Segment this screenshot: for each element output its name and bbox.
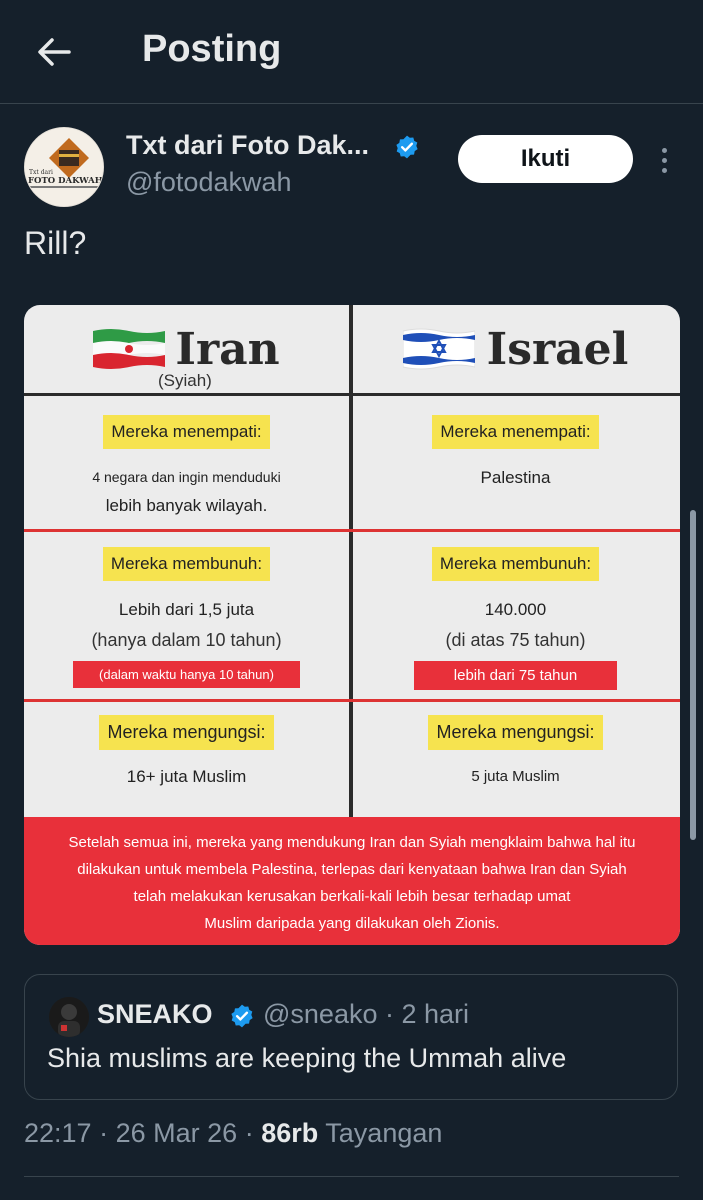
iran-sub-label: (Syiah) xyxy=(158,371,212,390)
iran-flag-icon xyxy=(93,329,166,369)
divider xyxy=(24,1176,679,1177)
svg-text:Txt dari: Txt dari xyxy=(29,169,53,176)
section-tag: Mereka mengungsi: xyxy=(99,715,274,750)
post-image[interactable]: Iran (Syiah) Israel Mereka menempati: 4 … xyxy=(24,305,680,945)
iran-label: Iran xyxy=(175,323,280,375)
cell-line: 16+ juta Muslim xyxy=(126,767,247,786)
separator: · xyxy=(99,1118,109,1148)
follow-button[interactable]: Ikuti xyxy=(458,135,633,183)
author-avatar[interactable]: Txt dari FOTO DAKWAH xyxy=(24,127,104,207)
scrollbar[interactable] xyxy=(690,510,696,840)
cell-line: (di atas 75 tahun) xyxy=(445,630,586,650)
author-name[interactable]: Txt dari Foto Dak... xyxy=(126,130,369,161)
israel-flag-icon xyxy=(402,328,475,370)
post-text: Rill? xyxy=(24,225,87,261)
section-tag: Mereka membunuh: xyxy=(431,547,600,581)
banner-line: dilakukan untuk membela Palestina, terle… xyxy=(77,861,627,878)
quoted-author-name[interactable]: SNEAKO xyxy=(97,999,213,1030)
row-divider xyxy=(24,529,680,532)
cell-line: Palestina xyxy=(480,468,551,487)
post-time: 22:17 xyxy=(24,1118,92,1148)
section-tag: Mereka menempati: xyxy=(103,415,270,449)
svg-text:FOTO DAKWAH: FOTO DAKWAH xyxy=(28,176,103,186)
quoted-handle-time: @sneako · 2 hari xyxy=(263,999,469,1030)
quoted-text: Shia muslims are keeping the Ummah alive xyxy=(47,1043,567,1073)
israel-header: Israel xyxy=(353,305,678,393)
banner-line: telah melakukan kerusakan berkali-kali l… xyxy=(133,888,571,905)
quoted-post[interactable]: SNEAKO @sneako · 2 hari Shia muslims are… xyxy=(24,974,678,1100)
foto-dakwah-logo: Txt dari FOTO DAKWAH xyxy=(25,128,103,206)
more-options-button[interactable] xyxy=(652,140,676,180)
post-metadata: 22:17 · 26 Mar 26 · 86rb Tayangan xyxy=(24,1118,442,1149)
conclusion-banner: Setelah semua ini, mereka yang mendukung… xyxy=(24,817,680,945)
quoted-avatar[interactable] xyxy=(49,997,89,1037)
row-divider xyxy=(24,393,680,396)
more-dot-icon xyxy=(661,157,667,163)
arrow-left-icon xyxy=(38,38,71,66)
israel-displaced-cell: Mereka mengungsi: 5 juta Muslim xyxy=(353,715,678,792)
cell-line: Lebih dari 1,5 juta xyxy=(118,600,255,619)
top-bar: Posting xyxy=(0,0,703,104)
banner-line: Setelah semua ini, mereka yang mendukung… xyxy=(68,834,636,851)
more-dot-icon xyxy=(661,147,667,153)
section-tag: Mereka menempati: xyxy=(432,415,599,449)
section-tag: Mereka membunuh: xyxy=(102,547,271,581)
iran-displaced-cell: Mereka mengungsi: 16+ juta Muslim xyxy=(24,715,349,792)
verified-badge-icon xyxy=(231,1004,253,1028)
cell-line: 140.000 xyxy=(484,600,547,619)
cell-line: 4 negara dan ingin menduduki xyxy=(92,469,281,485)
verified-badge-icon xyxy=(396,135,418,159)
highlight-bar: lebih dari 75 tahun xyxy=(413,661,618,690)
row-divider xyxy=(24,699,680,702)
page-title: Posting xyxy=(142,28,282,70)
cell-line: lebih banyak wilayah. xyxy=(105,496,268,515)
iran-killed-cell: Mereka membunuh: Lebih dari 1,5 juta (ha… xyxy=(24,547,349,688)
sneako-avatar-image xyxy=(49,997,89,1037)
cell-line: (hanya dalam 10 tahun) xyxy=(91,630,282,650)
banner-line: Muslim daripada yang dilakukan oleh Zion… xyxy=(204,915,500,932)
more-dot-icon xyxy=(661,167,667,173)
separator: · xyxy=(244,1118,254,1148)
quoted-time: · 2 hari xyxy=(385,999,470,1029)
section-tag: Mereka mengungsi: xyxy=(428,715,603,750)
israel-killed-cell: Mereka membunuh: 140.000 (di atas 75 tah… xyxy=(353,547,678,690)
back-button[interactable] xyxy=(34,32,74,72)
view-count[interactable]: 86rb xyxy=(261,1118,318,1148)
highlight-bar: (dalam waktu hanya 10 tahun) xyxy=(73,661,300,688)
post-date: 26 Mar 26 xyxy=(115,1118,238,1148)
iran-occupy-cell: Mereka menempati: 4 negara dan ingin men… xyxy=(24,415,349,521)
author-handle[interactable]: @fotodakwah xyxy=(126,167,292,198)
cell-line: 5 juta Muslim xyxy=(471,768,560,785)
israel-occupy-cell: Mereka menempati: Palestina xyxy=(353,415,678,493)
views-label: Tayangan xyxy=(325,1118,443,1148)
israel-label: Israel xyxy=(486,323,629,375)
quoted-handle: @sneako xyxy=(263,999,378,1029)
